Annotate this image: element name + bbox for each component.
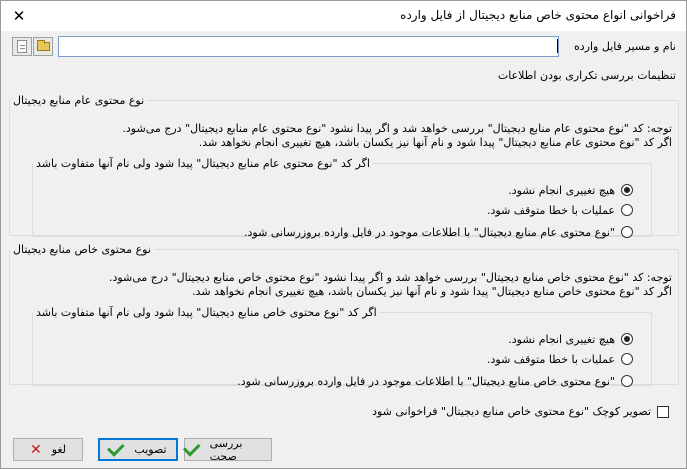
- specific-option-update-label: "نوع محتوی خاص منابع دیجیتال" با اطلاعات…: [237, 374, 615, 388]
- specific-option-no-change-label: هیچ تغییری انجام نشود.: [508, 332, 615, 346]
- file-path-input[interactable]: [58, 36, 559, 57]
- general-option-no-change-label: هیچ تغییری انجام نشود.: [508, 183, 615, 197]
- radio-button[interactable]: [621, 375, 633, 387]
- specific-content-group: نوع محتوی خاص منابع دیجیتال توجه: کد "نو…: [9, 243, 679, 389]
- thumbnail-checkbox-label: تصویر کوچک "نوع محتوی خاص منابع دیجیتال"…: [372, 405, 651, 418]
- specific-mismatch-legend: اگر کد "نوع محتوی خاص منابع دیجیتال" پید…: [36, 306, 377, 319]
- new-file-button[interactable]: [12, 37, 32, 56]
- specific-option-stop-error[interactable]: عملیات با خطا متوقف شود.: [487, 351, 633, 367]
- browse-folder-button[interactable]: [33, 37, 53, 56]
- close-button[interactable]: ✕: [1, 1, 37, 31]
- document-icon: [17, 40, 27, 53]
- folder-icon: [37, 40, 50, 51]
- radio-button[interactable]: [621, 184, 633, 196]
- settings-heading: تنظیمات بررسی تکراری بودن اطلاعات: [497, 69, 676, 82]
- radio-button[interactable]: [621, 353, 633, 365]
- radio-button[interactable]: [621, 333, 633, 345]
- close-icon: ✕: [29, 441, 42, 458]
- general-note-line2: اگر کد "نوع محتوی عام منابع دیجیتال" پید…: [198, 136, 672, 149]
- window-title: فراخوانی انواع محتوی خاص منابع دیجیتال ا…: [400, 8, 676, 22]
- checkmark-icon: [107, 438, 126, 457]
- radio-button[interactable]: [621, 226, 633, 238]
- general-group-legend: نوع محتوی عام منابع دیجیتال: [13, 94, 145, 107]
- general-note-line1: توجه: کد "نوع محتوی عام منابع دیجیتال" ب…: [122, 122, 672, 135]
- cancel-button-label: لغو: [51, 443, 67, 456]
- general-option-update-label: "نوع محتوی عام منابع دیجیتال" با اطلاعات…: [244, 225, 615, 239]
- cancel-button[interactable]: ✕ لغو: [13, 438, 83, 461]
- specific-mismatch-group: اگر کد "نوع محتوی خاص منابع دیجیتال" پید…: [32, 306, 652, 389]
- general-mismatch-group: اگر کد "نوع محتوی عام منابع دیجیتال" پید…: [32, 157, 652, 240]
- specific-group-legend: نوع محتوی خاص منابع دیجیتال: [13, 243, 151, 256]
- general-option-stop-error[interactable]: عملیات با خطا متوقف شود.: [487, 202, 633, 218]
- checkmark-icon: [182, 438, 201, 457]
- title-bar: فراخوانی انواع محتوی خاص منابع دیجیتال ا…: [1, 1, 686, 31]
- thumbnail-import-option[interactable]: تصویر کوچک "نوع محتوی خاص منابع دیجیتال"…: [372, 405, 669, 418]
- specific-note-line1: توجه: کد "نوع محتوی خاص منابع دیجیتال" ب…: [108, 271, 672, 284]
- thumbnail-checkbox[interactable]: [657, 405, 669, 418]
- text-caret: [557, 39, 558, 53]
- general-content-group: نوع محتوی عام منابع دیجیتال توجه: کد "نو…: [9, 94, 679, 240]
- approve-button-label: تصویب: [134, 443, 167, 456]
- radio-button[interactable]: [621, 204, 633, 216]
- close-icon: ✕: [12, 7, 26, 25]
- general-option-stop-error-label: عملیات با خطا متوقف شود.: [487, 203, 615, 217]
- specific-note-line2: اگر کد "نوع محتوی خاص منابع دیجیتال" پید…: [192, 285, 672, 298]
- validate-button-label: بررسی صحت: [209, 436, 243, 463]
- specific-option-update[interactable]: "نوع محتوی خاص منابع دیجیتال" با اطلاعات…: [237, 373, 633, 389]
- approve-button[interactable]: تصویب: [98, 438, 178, 461]
- specific-option-no-change[interactable]: هیچ تغییری انجام نشود.: [508, 331, 633, 347]
- import-dialog: فراخوانی انواع محتوی خاص منابع دیجیتال ا…: [0, 0, 687, 469]
- general-option-update[interactable]: "نوع محتوی عام منابع دیجیتال" با اطلاعات…: [244, 224, 633, 240]
- general-mismatch-legend: اگر کد "نوع محتوی عام منابع دیجیتال" پید…: [36, 157, 370, 170]
- specific-option-stop-error-label: عملیات با خطا متوقف شود.: [487, 352, 615, 366]
- validate-button[interactable]: بررسی صحت: [182, 436, 272, 463]
- file-path-label: نام و مسیر فایل وارده: [574, 40, 676, 53]
- general-option-no-change[interactable]: هیچ تغییری انجام نشود.: [508, 182, 633, 198]
